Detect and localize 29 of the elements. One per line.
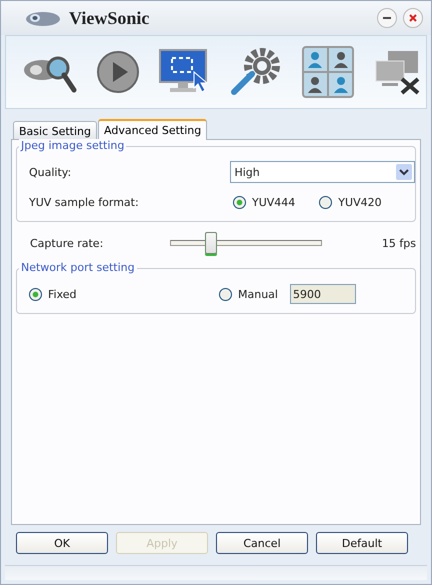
- users-grid-icon[interactable]: [302, 46, 354, 98]
- close-icon: [408, 13, 418, 23]
- radio-label[interactable]: Manual: [238, 288, 278, 300]
- dialog-button[interactable]: Default: [316, 532, 408, 554]
- radio-label[interactable]: Fixed: [48, 288, 77, 300]
- radio-label[interactable]: YUV444: [252, 196, 296, 208]
- dialog-button[interactable]: Cancel: [216, 532, 308, 554]
- quality-dropdown[interactable]: High: [230, 161, 415, 183]
- radio-button[interactable]: [233, 196, 246, 208]
- fps-reading: 15 fps: [382, 236, 416, 250]
- capture-rate-label: Capture rate:: [30, 236, 104, 250]
- yuv-format-label: YUV sample format:: [29, 196, 140, 208]
- quality-label: Quality:: [29, 166, 72, 178]
- radio-button[interactable]: [219, 288, 232, 300]
- dialog-button[interactable]: OK: [16, 532, 108, 554]
- tab[interactable]: Advanced Setting: [98, 119, 208, 140]
- dropdown-value: High: [234, 166, 260, 178]
- slider-thumb[interactable]: [205, 232, 217, 254]
- caret-icon: [396, 164, 412, 180]
- radio-button[interactable]: [319, 196, 332, 208]
- window-title: ViewSonic: [69, 8, 150, 28]
- group-title: Jpeg image setting: [19, 139, 126, 152]
- minimize-button[interactable]: [377, 8, 397, 28]
- tab[interactable]: Basic Setting: [13, 121, 98, 139]
- group-title: Network port setting: [19, 261, 137, 274]
- play-icon[interactable]: [96, 50, 140, 94]
- close-button[interactable]: [403, 8, 423, 28]
- radio-button[interactable]: [29, 288, 42, 300]
- radio-label[interactable]: YUV420: [338, 196, 382, 208]
